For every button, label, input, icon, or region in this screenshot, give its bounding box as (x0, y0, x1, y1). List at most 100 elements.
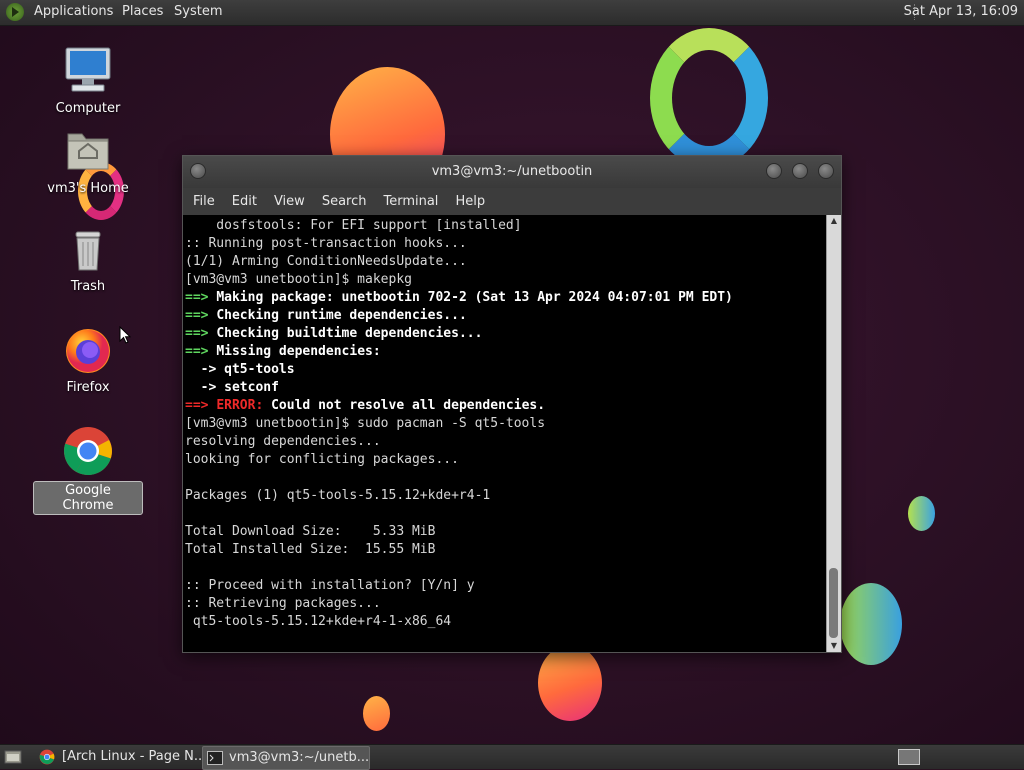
terminal-line: ​ (185, 559, 826, 577)
terminal-line: :: Retrieving packages... (185, 595, 826, 613)
terminal-segment: qt5-tools-5.15.12+kde+r4-1-x86_64 (185, 614, 452, 629)
top-panel: Applications Places System Sat Apr 13, 1… (0, 0, 1024, 26)
terminal-segment: Checking runtime dependencies... (216, 308, 467, 323)
terminal-line: [vm3@vm3 unetbootin]$ sudo pacman -S qt5… (185, 415, 826, 433)
terminal-line: :: Proceed with installation? [Y/n] y (185, 577, 826, 595)
terminal-window[interactable]: vm3@vm3:~/unetbootin File Edit View Sear… (182, 155, 842, 653)
terminal-segment: looking for conflicting packages... (185, 452, 459, 467)
terminal-line: Total Download Size: 5.33 MiB (185, 523, 826, 541)
terminal-line: dosfstools: For EFI support [installed] (185, 217, 826, 235)
wallpaper-small-green-blue-blob (908, 496, 935, 531)
terminal-segment: [vm3@vm3 unetbootin]$ makepkg (185, 272, 412, 287)
terminal-segment: ==> (185, 290, 217, 305)
wallpaper-green-blue-blob (840, 583, 902, 665)
desktop-icon-trash[interactable]: Trash (33, 228, 143, 295)
terminal-segment: ==> (185, 398, 217, 413)
desktop-icon-label: Computer (55, 101, 121, 116)
terminal-segment: :: Running post-transaction hooks... (185, 236, 467, 251)
system-menu[interactable]: System (174, 4, 222, 19)
desktop-icon-home[interactable]: vm3's Home (33, 126, 143, 197)
bottom-taskbar: [Arch Linux - Page N... vm3@vm3:~/unetb.… (0, 744, 1024, 770)
terminal-segment: :: Retrieving packages... (185, 596, 381, 611)
terminal-line: ==> ERROR: Could not resolve all depende… (185, 397, 826, 415)
terminal-line: ​ (185, 469, 826, 487)
terminal-line: looking for conflicting packages... (185, 451, 826, 469)
terminal-segment: ERROR: (216, 398, 272, 413)
show-desktop-icon[interactable] (4, 749, 22, 765)
terminal-segment: Missing dependencies: (216, 344, 381, 359)
desktop-icon-computer[interactable]: Computer (33, 44, 143, 117)
terminal-line: [vm3@vm3 unetbootin]$ makepkg (185, 271, 826, 289)
terminal-segment: qt5-tools (224, 362, 295, 377)
terminal-line: ==> Missing dependencies: (185, 343, 826, 361)
menu-edit[interactable]: Edit (232, 194, 268, 209)
desktop-icon-label: Firefox (66, 380, 110, 395)
window-title: vm3@vm3:~/unetbootin (431, 164, 593, 179)
chrome-icon (64, 427, 112, 475)
terminal-line: Packages (1) qt5-tools-5.15.12+kde+r4-1 (185, 487, 826, 505)
computer-icon (65, 47, 111, 92)
scrollbar-thumb[interactable] (829, 568, 838, 638)
clock[interactable]: Sat Apr 13, 16:09 (904, 4, 1018, 19)
menu-file[interactable]: File (193, 194, 226, 209)
wallpaper-orange-blob-bottom (538, 645, 602, 721)
terminal-line: -> setconf (185, 379, 826, 397)
terminal-line: ==> Making package: unetbootin 702-2 (Sa… (185, 289, 826, 307)
close-button[interactable] (818, 163, 834, 179)
minimize-button[interactable] (766, 163, 782, 179)
terminal-segment: ==> (185, 326, 217, 341)
terminal-text: dosfstools: For EFI support [installed]:… (183, 215, 826, 631)
wallpaper-small-orange-blob (363, 696, 390, 731)
workspace-switcher[interactable] (898, 749, 920, 765)
places-menu[interactable]: Places (122, 4, 163, 19)
terminal-segment: [vm3@vm3 unetbootin]$ sudo pacman -S qt5… (185, 416, 546, 431)
terminal-icon (207, 751, 223, 765)
mate-logo-icon[interactable] (6, 3, 24, 21)
terminal-segment: resolving dependencies... (185, 434, 381, 449)
terminal-segment: Checking buildtime dependencies... (216, 326, 483, 341)
taskbar-item-terminal[interactable]: vm3@vm3:~/unetb... (202, 746, 370, 770)
terminal-segment: -> (185, 362, 225, 377)
taskbar-item-label: [Arch Linux - Page N... (62, 749, 207, 764)
menu-terminal[interactable]: Terminal (383, 194, 449, 209)
terminal-segment: -> (185, 380, 225, 395)
menu-help[interactable]: Help (455, 194, 496, 209)
terminal-line: Total Installed Size: 15.55 MiB (185, 541, 826, 559)
maximize-button[interactable] (792, 163, 808, 179)
terminal-segment: ==> (185, 344, 217, 359)
home-folder-icon (67, 133, 109, 170)
terminal-segment: Making package: unetbootin 702-2 (Sat 13… (216, 290, 733, 305)
scroll-up-arrow-icon[interactable]: ▲ (827, 215, 841, 227)
terminal-line: (1/1) Arming ConditionNeedsUpdate... (185, 253, 826, 271)
terminal-line: ==> Checking runtime dependencies... (185, 307, 826, 325)
firefox-icon (66, 329, 110, 373)
desktop-icon-label: Trash (70, 279, 106, 294)
desktop-icon-label: Google Chrome (33, 481, 143, 515)
terminal-segment: Total Download Size: 5.33 MiB (185, 524, 436, 539)
terminal-output[interactable]: dosfstools: For EFI support [installed]:… (183, 215, 826, 652)
terminal-line: resolving dependencies... (185, 433, 826, 451)
terminal-segment: ==> (185, 308, 217, 323)
terminal-segment: :: Proceed with installation? [Y/n] y (185, 578, 475, 593)
terminal-segment: Total Installed Size: 15.55 MiB (185, 542, 436, 557)
desktop-icon-chrome[interactable]: Google Chrome (33, 425, 143, 515)
terminal-scrollbar[interactable]: ▲ ▼ (826, 215, 841, 652)
window-titlebar[interactable]: vm3@vm3:~/unetbootin (183, 156, 841, 188)
applications-menu[interactable]: Applications (34, 4, 113, 19)
terminal-line: qt5-tools-5.15.12+kde+r4-1-x86_64 (185, 613, 826, 631)
terminal-line: -> qt5-tools (185, 361, 826, 379)
terminal-menubar: File Edit View Search Terminal Help (183, 188, 841, 215)
desktop-icon-label: vm3's Home (47, 181, 129, 196)
terminal-segment: Could not resolve all dependencies. (271, 398, 546, 413)
terminal-line: ==> Checking buildtime dependencies... (185, 325, 826, 343)
terminal-line: :: Running post-transaction hooks... (185, 235, 826, 253)
menu-view[interactable]: View (274, 194, 316, 209)
terminal-line: ​ (185, 505, 826, 523)
terminal-segment: dosfstools: For EFI support [installed] (185, 218, 522, 233)
chrome-icon (39, 749, 55, 765)
menu-search[interactable]: Search (322, 194, 378, 209)
mouse-cursor-icon (119, 326, 131, 344)
scroll-down-arrow-icon[interactable]: ▼ (827, 640, 841, 652)
terminal-segment: setconf (224, 380, 279, 395)
taskbar-item-chrome[interactable]: [Arch Linux - Page N... (36, 746, 224, 768)
